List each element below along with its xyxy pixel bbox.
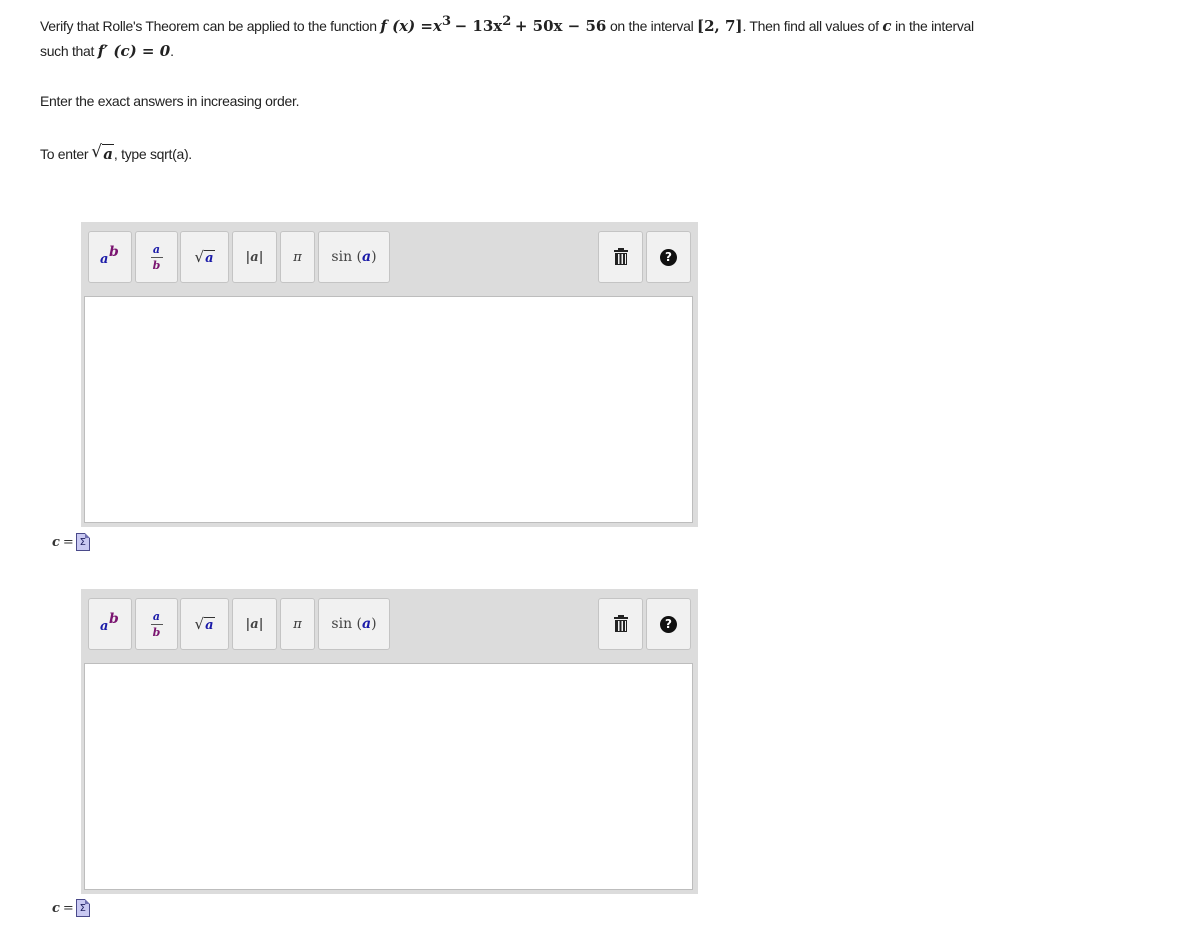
- instruction-sqrt: To enter √ a, type sqrt(a).: [40, 142, 192, 163]
- radical-icon: √: [91, 142, 102, 162]
- answer-input-1[interactable]: [84, 296, 693, 523]
- question-text: Verify that Rolle's Theorem can be appli…: [40, 14, 1040, 64]
- answer-var: c: [52, 900, 60, 916]
- pi-button[interactable]: π: [280, 598, 315, 650]
- sqrt-arg: a: [204, 617, 215, 633]
- exponent-base: a: [100, 619, 109, 634]
- fraction-numerator: a: [152, 242, 161, 256]
- sigma-glyph: Σ: [79, 902, 86, 914]
- answer-eq: =: [62, 900, 74, 916]
- clear-button[interactable]: [598, 231, 643, 283]
- sin-button[interactable]: sin (a): [318, 598, 390, 650]
- fraction-denominator: b: [152, 625, 161, 639]
- exponent-button[interactable]: ab: [88, 231, 132, 283]
- math-toolbar: ab ab √a |a| π sin (a) ?: [81, 222, 698, 295]
- answer-eq: =: [62, 534, 74, 550]
- function-term-13x: − 13x: [454, 17, 503, 35]
- interval-suffix: in the interval: [895, 18, 974, 34]
- exponent-base: a: [100, 252, 109, 267]
- answer-label-1: c = Σ: [52, 533, 90, 551]
- abs-label: |a|: [245, 249, 264, 265]
- period: .: [170, 43, 174, 59]
- math-editor-2: ab ab √a |a| π sin (a) ?: [81, 589, 698, 894]
- absolute-value-button[interactable]: |a|: [232, 231, 277, 283]
- sin-close: ): [371, 249, 377, 265]
- sin-close: ): [371, 616, 377, 632]
- function-tail: + 50x − 56: [514, 17, 607, 35]
- absolute-value-button[interactable]: |a|: [232, 598, 277, 650]
- instruction-sqrt-prefix: To enter: [40, 146, 89, 162]
- equation-editor-icon[interactable]: Σ: [75, 899, 90, 917]
- c-variable: c: [882, 17, 892, 35]
- trash-icon: [613, 614, 628, 632]
- question-intro: Verify that Rolle's Theorem can be appli…: [40, 18, 377, 34]
- answer-label-2: c = Σ: [52, 899, 90, 917]
- interval-prefix: on the interval: [609, 18, 694, 34]
- exponent-power: b: [109, 611, 119, 627]
- question-line-1: Verify that Rolle's Theorem can be appli…: [40, 14, 1040, 39]
- trash-icon: [613, 247, 628, 265]
- sqrt-button[interactable]: √a: [180, 598, 229, 650]
- derivative-condition: f′ (c) = 0: [97, 42, 171, 60]
- radical-icon: √: [194, 248, 205, 266]
- help-icon: ?: [660, 248, 677, 266]
- sqrt-example-arg: a: [102, 144, 114, 163]
- sin-fn: sin (: [331, 616, 363, 632]
- exponent-button[interactable]: ab: [88, 598, 132, 650]
- interval: [2, 7]: [696, 17, 743, 35]
- exponent-power: b: [109, 244, 119, 260]
- sin-arg: a: [362, 249, 372, 265]
- equation-editor-icon[interactable]: Σ: [75, 533, 90, 551]
- sqrt-example: √ a: [91, 142, 114, 163]
- question-line-2: such that f′ (c) = 0.: [40, 39, 1040, 64]
- fraction-button[interactable]: ab: [135, 231, 178, 283]
- question-find: . Then find all values of: [742, 18, 880, 34]
- function-exponent-2: 2: [502, 14, 512, 29]
- pi-label: π: [293, 616, 302, 632]
- sigma-glyph: Σ: [79, 536, 86, 548]
- sqrt-arg: a: [204, 250, 215, 266]
- sin-fn: sin (: [331, 249, 363, 265]
- help-icon: ?: [660, 615, 677, 633]
- function-x: x: [433, 17, 442, 35]
- sqrt-button[interactable]: √a: [180, 231, 229, 283]
- fraction-numerator: a: [152, 609, 161, 623]
- fraction-denominator: b: [152, 258, 161, 272]
- function-exponent-3: 3: [441, 14, 451, 29]
- clear-button[interactable]: [598, 598, 643, 650]
- radical-icon: √: [194, 615, 205, 633]
- sin-button[interactable]: sin (a): [318, 231, 390, 283]
- fraction-button[interactable]: ab: [135, 598, 178, 650]
- pi-button[interactable]: π: [280, 231, 315, 283]
- instruction-sqrt-suffix: , type sqrt(a).: [113, 146, 192, 162]
- math-editor-1: ab ab √a |a| π sin (a) ?: [81, 222, 698, 527]
- function-lhs: f (x) =: [380, 17, 433, 35]
- math-toolbar: ab ab √a |a| π sin (a) ?: [81, 589, 698, 662]
- abs-label: |a|: [245, 616, 264, 632]
- instruction-exact: Enter the exact answers in increasing or…: [40, 93, 300, 109]
- pi-label: π: [293, 249, 302, 265]
- help-button[interactable]: ?: [646, 231, 691, 283]
- such-that: such that: [40, 43, 95, 59]
- answer-var: c: [52, 534, 60, 550]
- help-button[interactable]: ?: [646, 598, 691, 650]
- answer-input-2[interactable]: [84, 663, 693, 890]
- sin-arg: a: [362, 616, 372, 632]
